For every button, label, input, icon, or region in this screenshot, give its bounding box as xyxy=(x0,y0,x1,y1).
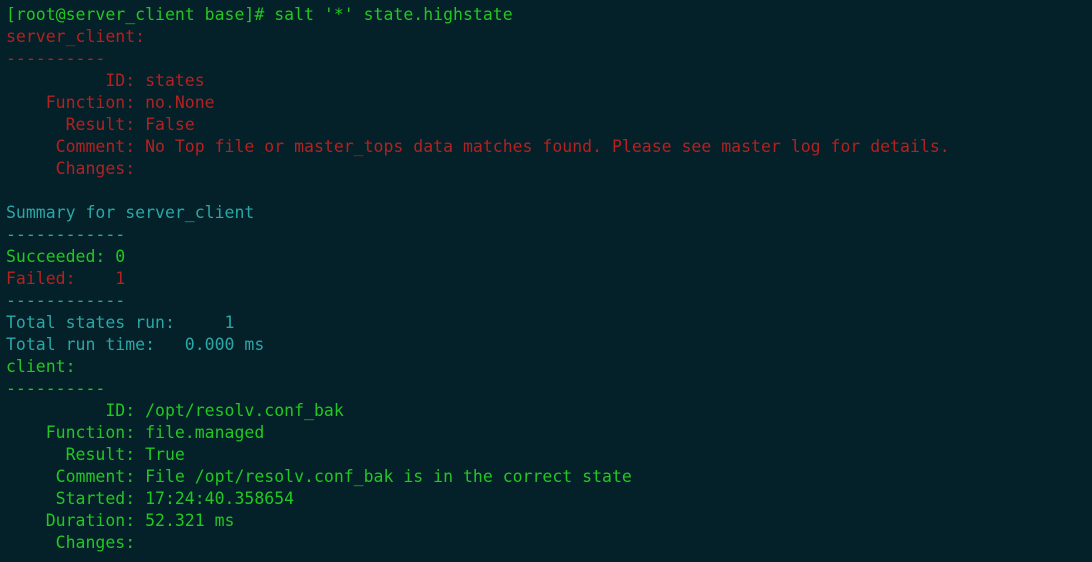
client-state-duration: Duration: 52.321 ms xyxy=(6,510,1092,532)
total-run-time: Total run time: 0.000 ms xyxy=(6,334,1092,356)
server-client-state-function-seg-0: Function: no.None xyxy=(6,93,215,112)
client-state-changes-seg-0: Changes: xyxy=(6,533,136,552)
client-state-changes: Changes: xyxy=(6,532,1092,554)
summary-header-seg-0: Summary for server_client xyxy=(6,203,255,222)
minion-client-header: client: xyxy=(6,356,1092,378)
server-client-state-id-seg-0: ID: states xyxy=(6,71,205,90)
client-state-id: ID: /opt/resolv.conf_bak xyxy=(6,400,1092,422)
summary-rule-top: ------------ xyxy=(6,224,1092,246)
server-client-state-id: ID: states xyxy=(6,70,1092,92)
blank-1-seg-0 xyxy=(6,181,16,200)
summary-rule-top-seg-0: ------------ xyxy=(6,225,126,244)
prompt-line-seg-1: salt '*' state.highstate xyxy=(274,5,513,24)
client-state-started: Started: 17:24:40.358654 xyxy=(6,488,1092,510)
summary-rule-bottom-seg-0: ------------ xyxy=(6,291,126,310)
minion-client-rule: ---------- xyxy=(6,378,1092,400)
total-run-time-seg-0: Total run time: 0.000 ms xyxy=(6,335,265,354)
summary-succeeded: Succeeded: 0 xyxy=(6,246,1092,268)
server-client-state-changes-seg-0: Changes: xyxy=(6,159,136,178)
summary-failed-seg-0: Failed: 1 xyxy=(6,269,126,288)
minion-server-client-rule-seg-0: ---------- xyxy=(6,49,106,68)
client-state-duration-seg-0: Duration: 52.321 ms xyxy=(6,511,235,530)
prompt-line: [root@server_client base]# salt '*' stat… xyxy=(6,4,1092,26)
client-state-started-seg-0: Started: 17:24:40.358654 xyxy=(6,489,295,508)
minion-server-client-header-seg-0: server_client: xyxy=(6,27,146,46)
server-client-state-result: Result: False xyxy=(6,114,1092,136)
total-states-run: Total states run: 1 xyxy=(6,312,1092,334)
summary-rule-bottom: ------------ xyxy=(6,290,1092,312)
minion-client-header-seg-0: client: xyxy=(6,357,76,376)
server-client-state-function: Function: no.None xyxy=(6,92,1092,114)
client-state-result: Result: True xyxy=(6,444,1092,466)
client-state-comment-seg-0: Comment: File /opt/resolv.conf_bak is in… xyxy=(6,467,632,486)
summary-succeeded-seg-0: Succeeded: 0 xyxy=(6,247,126,266)
client-state-result-seg-0: Result: True xyxy=(6,445,185,464)
server-client-state-result-seg-0: Result: False xyxy=(6,115,195,134)
client-state-function: Function: file.managed xyxy=(6,422,1092,444)
server-client-state-comment: Comment: No Top file or master_tops data… xyxy=(6,136,1092,158)
server-client-state-changes: Changes: xyxy=(6,158,1092,180)
client-state-id-seg-0: ID: /opt/resolv.conf_bak xyxy=(6,401,344,420)
summary-header: Summary for server_client xyxy=(6,202,1092,224)
minion-client-rule-seg-0: ---------- xyxy=(6,379,106,398)
terminal-window[interactable]: [root@server_client base]# salt '*' stat… xyxy=(0,0,1092,562)
server-client-state-comment-seg-0: Comment: No Top file or master_tops data… xyxy=(6,137,950,156)
client-state-comment: Comment: File /opt/resolv.conf_bak is in… xyxy=(6,466,1092,488)
summary-failed: Failed: 1 xyxy=(6,268,1092,290)
client-state-function-seg-0: Function: file.managed xyxy=(6,423,265,442)
total-states-run-seg-0: Total states run: 1 xyxy=(6,313,235,332)
minion-server-client-header: server_client: xyxy=(6,26,1092,48)
prompt-line-seg-0: [root@server_client base]# xyxy=(6,5,275,24)
minion-server-client-rule: ---------- xyxy=(6,48,1092,70)
blank-1 xyxy=(6,180,1092,202)
